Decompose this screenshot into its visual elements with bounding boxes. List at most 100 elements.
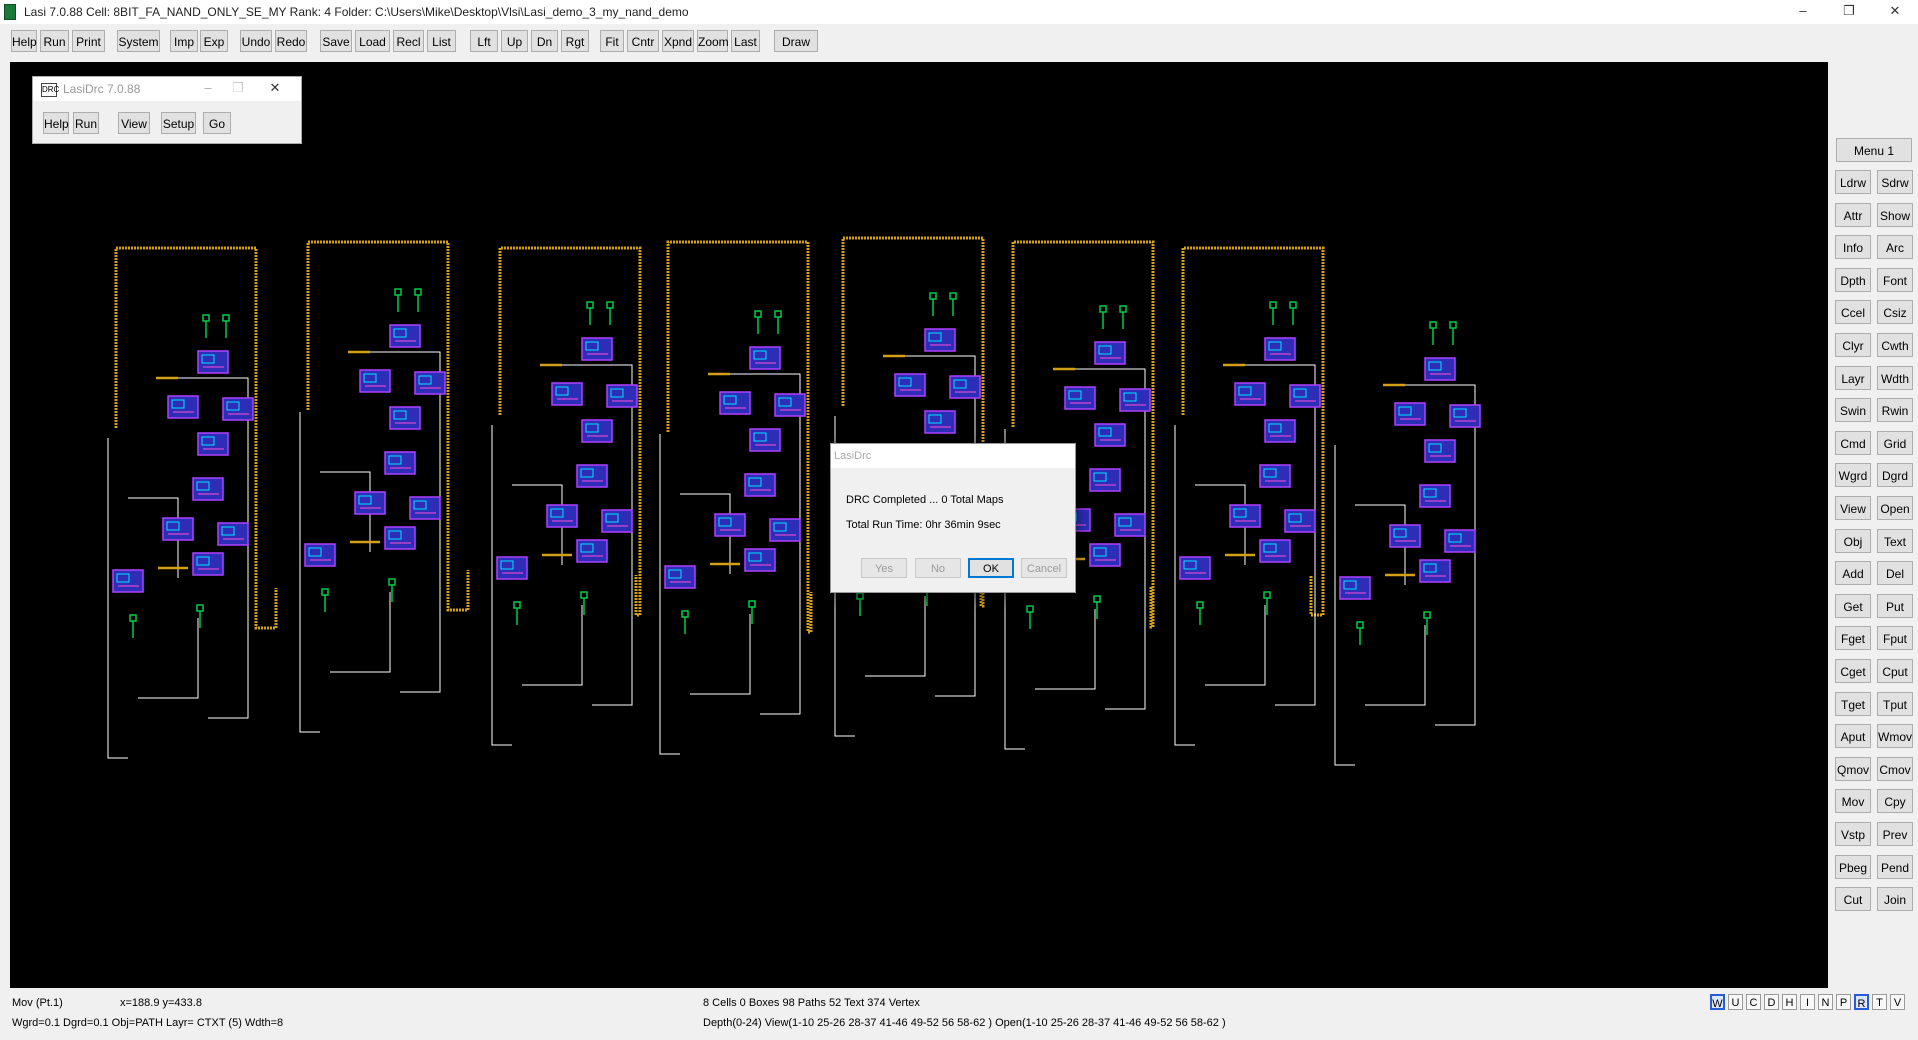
- menu-button-arc[interactable]: Arc: [1877, 235, 1913, 260]
- menu-1-button[interactable]: Menu 1: [1836, 138, 1912, 162]
- lasidrc-close-button[interactable]: ✕: [255, 77, 295, 101]
- toolbar-button-imp[interactable]: Imp: [170, 30, 198, 52]
- menu-button-wgrd[interactable]: Wgrd: [1835, 463, 1871, 488]
- menu-button-info[interactable]: Info: [1835, 235, 1871, 260]
- toggle-v[interactable]: V: [1890, 994, 1905, 1010]
- toggle-n[interactable]: N: [1818, 994, 1833, 1010]
- toolbar-button-cntr[interactable]: Cntr: [627, 30, 659, 52]
- menu-button-swin[interactable]: Swin: [1835, 398, 1871, 423]
- menu-button-obj[interactable]: Obj: [1835, 528, 1871, 553]
- menu-button-del[interactable]: Del: [1877, 561, 1913, 586]
- toolbar-button-last[interactable]: Last: [731, 30, 760, 52]
- toolbar-button-zoom[interactable]: Zoom: [697, 30, 729, 52]
- toolbar-button-exp[interactable]: Exp: [200, 30, 228, 52]
- menu-button-cget[interactable]: Cget: [1835, 659, 1871, 683]
- toolbar-button-lft[interactable]: Lft: [470, 30, 498, 52]
- menu-button-grid[interactable]: Grid: [1877, 430, 1913, 455]
- menu-button-vstp[interactable]: Vstp: [1835, 822, 1871, 846]
- toolbar-button-print[interactable]: Print: [72, 30, 105, 52]
- toggle-p[interactable]: P: [1836, 994, 1851, 1010]
- menu-button-prev[interactable]: Prev: [1877, 822, 1913, 846]
- menu-button-sdrw[interactable]: Sdrw: [1877, 170, 1913, 194]
- menu-button-ldrw[interactable]: Ldrw: [1835, 170, 1871, 194]
- toolbar-button-up[interactable]: Up: [501, 30, 528, 52]
- toolbar-button-rgt[interactable]: Rgt: [561, 30, 589, 52]
- pin-marker: [586, 301, 594, 309]
- minimize-button[interactable]: –: [1780, 0, 1826, 24]
- dialog-ok-button[interactable]: OK: [968, 558, 1014, 578]
- dialog-no-button[interactable]: No: [915, 558, 961, 578]
- menu-button-rwin[interactable]: Rwin: [1877, 398, 1913, 423]
- restore-button[interactable]: ❐: [1826, 0, 1872, 24]
- menu-button-get[interactable]: Get: [1835, 593, 1871, 618]
- toggle-i[interactable]: I: [1800, 994, 1815, 1010]
- menu-button-open[interactable]: Open: [1877, 496, 1913, 520]
- toolbar-button-redo[interactable]: Redo: [275, 30, 307, 52]
- menu-button-add[interactable]: Add: [1835, 561, 1871, 586]
- menu-button-dgrd[interactable]: Dgrd: [1877, 463, 1913, 488]
- menu-button-tput[interactable]: Tput: [1877, 691, 1913, 716]
- menu-button-layr[interactable]: Layr: [1835, 365, 1871, 390]
- toolbar-button-list[interactable]: List: [427, 30, 456, 52]
- lasidrc-maximize-button[interactable]: ❐: [223, 77, 253, 101]
- toolbar-button-save[interactable]: Save: [320, 30, 352, 52]
- status-settings: Wgrd=0.1 Dgrd=0.1 Obj=PATH Layr= CTXT (5…: [12, 1017, 284, 1029]
- menu-button-cmov[interactable]: Cmov: [1877, 756, 1913, 781]
- toolbar-button-run[interactable]: Run: [40, 30, 69, 52]
- lasidrc-help-button[interactable]: Help: [43, 112, 69, 134]
- menu-button-pbeg[interactable]: Pbeg: [1835, 854, 1871, 879]
- toggle-t[interactable]: T: [1872, 994, 1887, 1010]
- status-object-stats: 8 Cells 0 Boxes 98 Paths 52 Text 374 Ver…: [703, 997, 920, 1009]
- toolbar-button-draw[interactable]: Draw: [774, 30, 818, 52]
- menu-button-join[interactable]: Join: [1877, 887, 1913, 912]
- menu-button-clyr[interactable]: Clyr: [1835, 333, 1871, 357]
- menu-button-wdth[interactable]: Wdth: [1877, 365, 1913, 390]
- toggle-c[interactable]: C: [1746, 994, 1761, 1010]
- toolbar-button-fit[interactable]: Fit: [600, 30, 624, 52]
- menu-button-put[interactable]: Put: [1877, 593, 1913, 618]
- close-button[interactable]: ✕: [1872, 0, 1918, 24]
- toggle-d[interactable]: D: [1764, 994, 1779, 1010]
- toolbar-button-load[interactable]: Load: [355, 30, 390, 52]
- menu-button-view[interactable]: View: [1835, 496, 1871, 520]
- pin-marker: [1099, 305, 1107, 313]
- menu-button-wmov[interactable]: Wmov: [1877, 724, 1913, 749]
- menu-button-fget[interactable]: Fget: [1835, 626, 1871, 651]
- toggle-u[interactable]: U: [1728, 994, 1743, 1010]
- lasidrc-minimize-button[interactable]: –: [193, 77, 223, 101]
- toolbar-button-help[interactable]: Help: [11, 30, 37, 52]
- lasidrc-run-button[interactable]: Run: [73, 112, 99, 134]
- main-toolbar: Help Run Print System Imp Exp Undo Redo …: [0, 24, 1918, 62]
- menu-button-aput[interactable]: Aput: [1835, 724, 1871, 749]
- menu-button-cwth[interactable]: Cwth: [1877, 333, 1913, 357]
- menu-button-cmd[interactable]: Cmd: [1835, 430, 1871, 455]
- menu-button-ccel[interactable]: Ccel: [1835, 300, 1871, 325]
- menu-button-mov[interactable]: Mov: [1835, 789, 1871, 814]
- lasidrc-view-button[interactable]: View: [118, 112, 150, 134]
- toolbar-button-undo[interactable]: Undo: [240, 30, 272, 52]
- toolbar-button-xpnd[interactable]: Xpnd: [662, 30, 694, 52]
- menu-button-text[interactable]: Text: [1877, 528, 1913, 553]
- toggle-h[interactable]: H: [1782, 994, 1797, 1010]
- dialog-cancel-button[interactable]: Cancel: [1021, 558, 1067, 578]
- menu-button-cut[interactable]: Cut: [1835, 887, 1871, 912]
- toolbar-button-recl[interactable]: Recl: [393, 30, 424, 52]
- menu-button-csiz[interactable]: Csiz: [1877, 300, 1913, 325]
- menu-button-pend[interactable]: Pend: [1877, 854, 1913, 879]
- menu-button-tget[interactable]: Tget: [1835, 691, 1871, 716]
- toggle-w[interactable]: W: [1710, 994, 1725, 1010]
- toolbar-button-system[interactable]: System: [117, 30, 160, 52]
- lasidrc-go-button[interactable]: Go: [203, 112, 231, 134]
- menu-button-dpth[interactable]: Dpth: [1835, 267, 1871, 292]
- menu-button-font[interactable]: Font: [1877, 267, 1913, 292]
- menu-button-cpy[interactable]: Cpy: [1877, 789, 1913, 814]
- dialog-yes-button[interactable]: Yes: [861, 558, 907, 578]
- menu-button-attr[interactable]: Attr: [1835, 202, 1871, 227]
- toggle-r[interactable]: R: [1854, 994, 1869, 1010]
- menu-button-cput[interactable]: Cput: [1877, 659, 1913, 683]
- lasidrc-setup-button[interactable]: Setup: [161, 112, 196, 134]
- menu-button-qmov[interactable]: Qmov: [1835, 756, 1871, 781]
- menu-button-fput[interactable]: Fput: [1877, 626, 1913, 651]
- toolbar-button-dn[interactable]: Dn: [531, 30, 558, 52]
- menu-button-show[interactable]: Show: [1877, 202, 1913, 227]
